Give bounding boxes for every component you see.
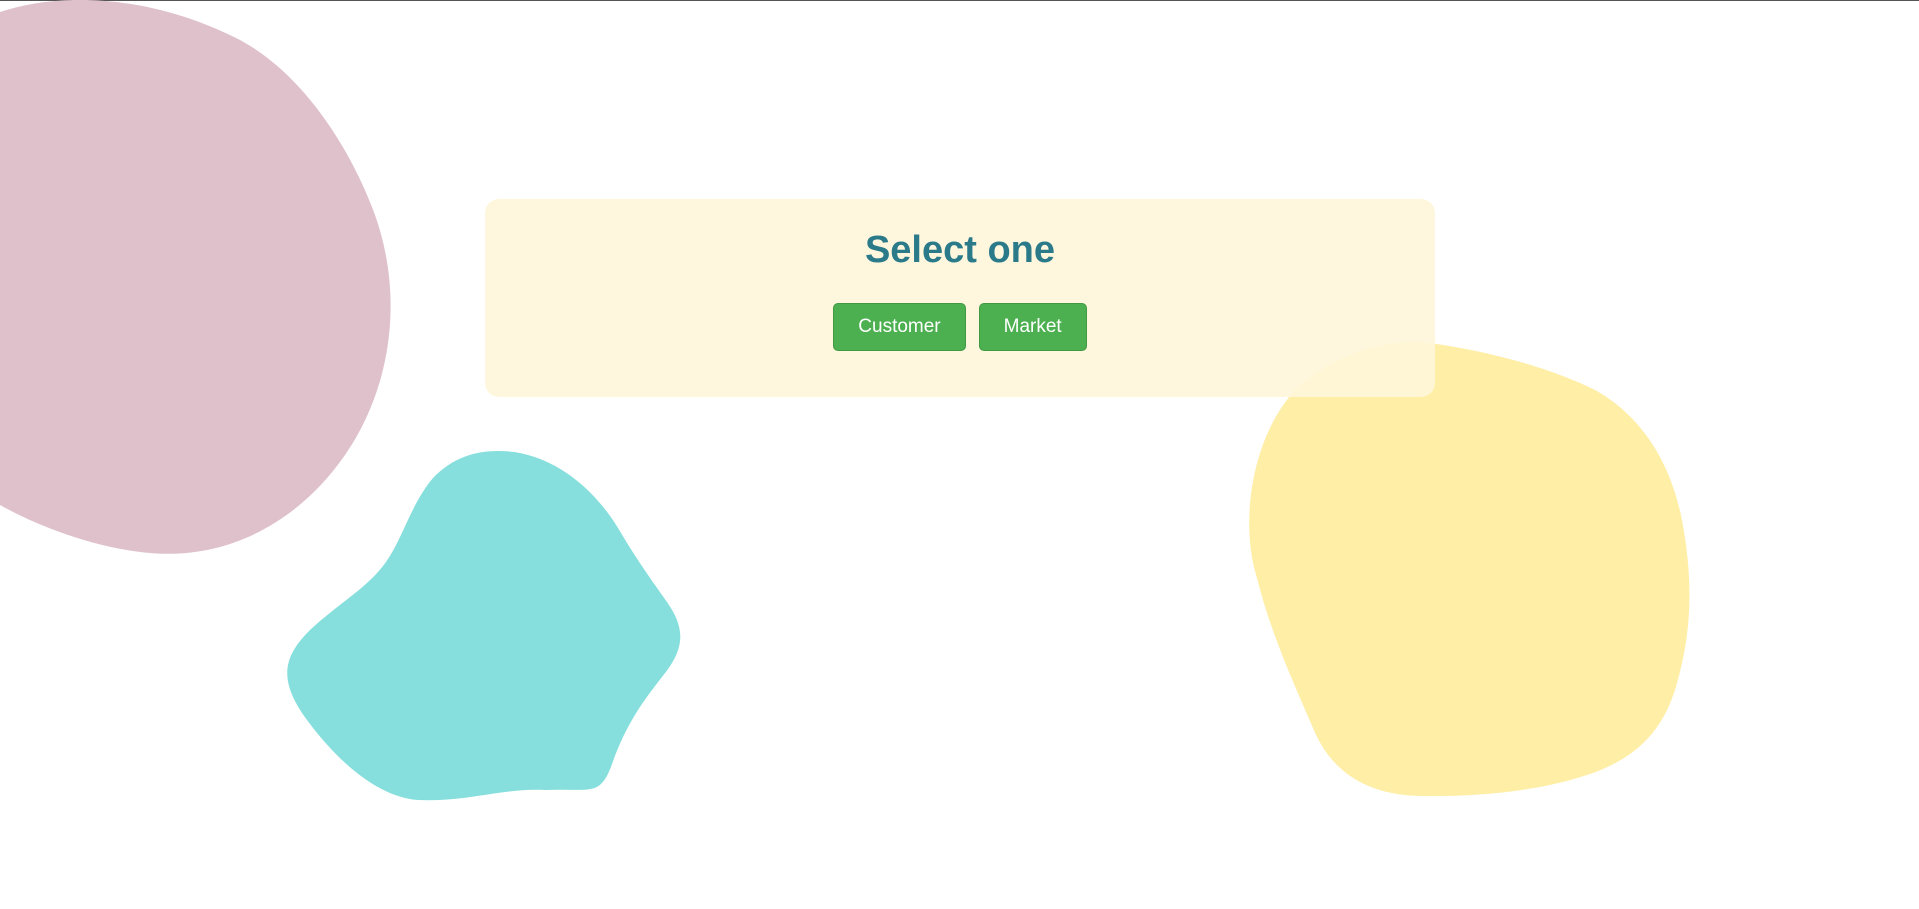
decorative-background [0, 0, 1690, 801]
dialog-title: Select one [864, 229, 1056, 271]
market-button[interactable]: Market [978, 303, 1087, 351]
select-dialog: Select one Customer Market [485, 199, 1435, 397]
dialog-button-row: Customer Market [485, 303, 1435, 351]
pink-blob [0, 0, 391, 554]
yellow-blob [1249, 342, 1690, 797]
teal-blob [287, 450, 681, 801]
customer-button[interactable]: Customer [833, 303, 966, 351]
